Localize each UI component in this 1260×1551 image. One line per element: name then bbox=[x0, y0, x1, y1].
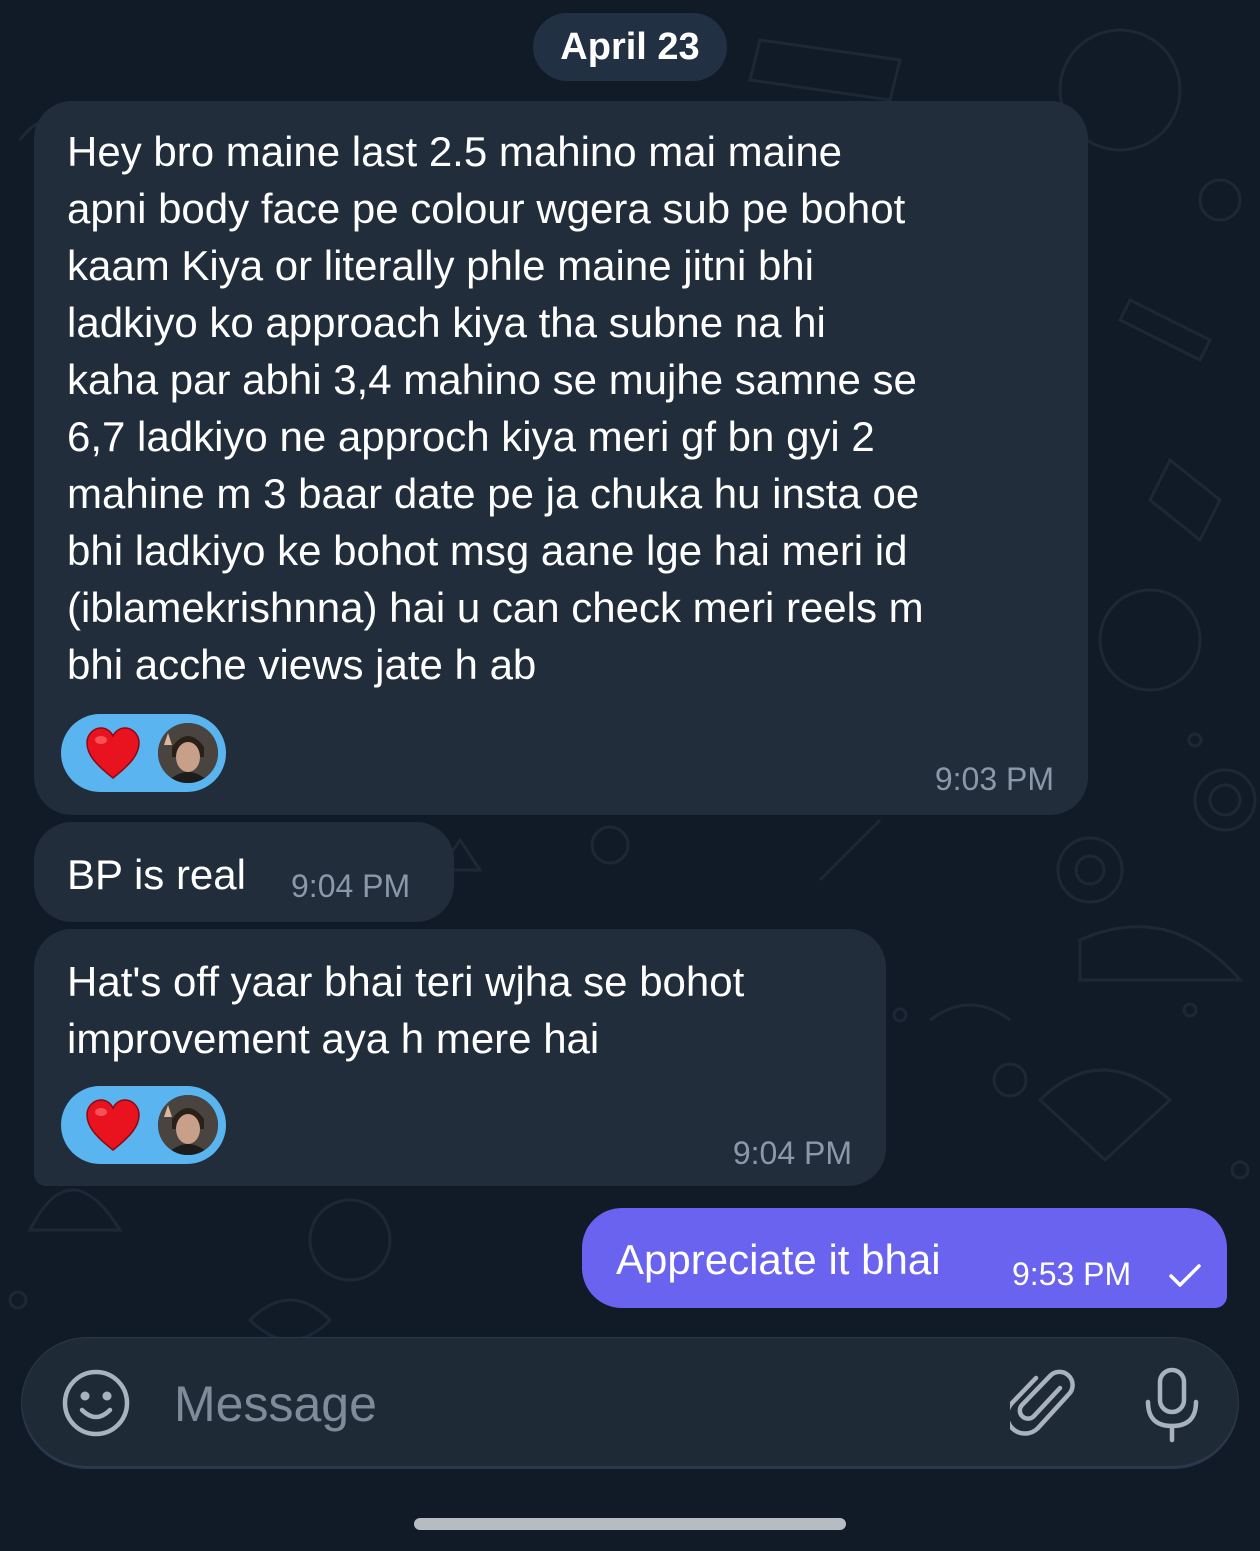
message-text: Hat's off yaar bhai teri wjha se bohot i… bbox=[67, 958, 745, 1062]
heart-icon bbox=[86, 727, 140, 779]
message-time: 9:53 PM bbox=[1012, 1256, 1132, 1292]
message-time: 9:03 PM bbox=[934, 761, 1054, 797]
message-time: 9:04 PM bbox=[732, 1135, 852, 1171]
incoming-message-bubble[interactable]: Hey bro maine last 2.5 mahino mai maine … bbox=[34, 101, 1088, 815]
heart-icon bbox=[86, 1099, 140, 1151]
emoji-icon[interactable] bbox=[62, 1369, 130, 1437]
attach-icon[interactable] bbox=[1010, 1368, 1076, 1438]
message-composer bbox=[22, 1338, 1238, 1468]
date-separator: April 23 bbox=[533, 13, 727, 81]
message-text: Appreciate it bhai bbox=[616, 1236, 941, 1283]
home-indicator[interactable] bbox=[414, 1518, 846, 1530]
avatar bbox=[158, 723, 218, 783]
message-text: BP is real bbox=[67, 851, 246, 898]
mic-icon[interactable] bbox=[1140, 1366, 1204, 1444]
message-time: 9:04 PM bbox=[291, 868, 411, 904]
avatar bbox=[158, 1095, 218, 1155]
message-input[interactable] bbox=[172, 1366, 976, 1442]
message-text: Hey bro maine last 2.5 mahino mai maine … bbox=[67, 128, 924, 688]
reaction-pill[interactable] bbox=[61, 1086, 226, 1164]
sent-check-icon bbox=[1169, 1264, 1201, 1287]
reaction-pill[interactable] bbox=[61, 714, 226, 792]
incoming-message-bubble[interactable]: BP is real 9:04 PM bbox=[34, 822, 454, 922]
incoming-message-bubble[interactable]: Hat's off yaar bhai teri wjha se bohot i… bbox=[34, 929, 886, 1186]
outgoing-message-bubble[interactable]: Appreciate it bhai 9:53 PM bbox=[582, 1208, 1227, 1308]
